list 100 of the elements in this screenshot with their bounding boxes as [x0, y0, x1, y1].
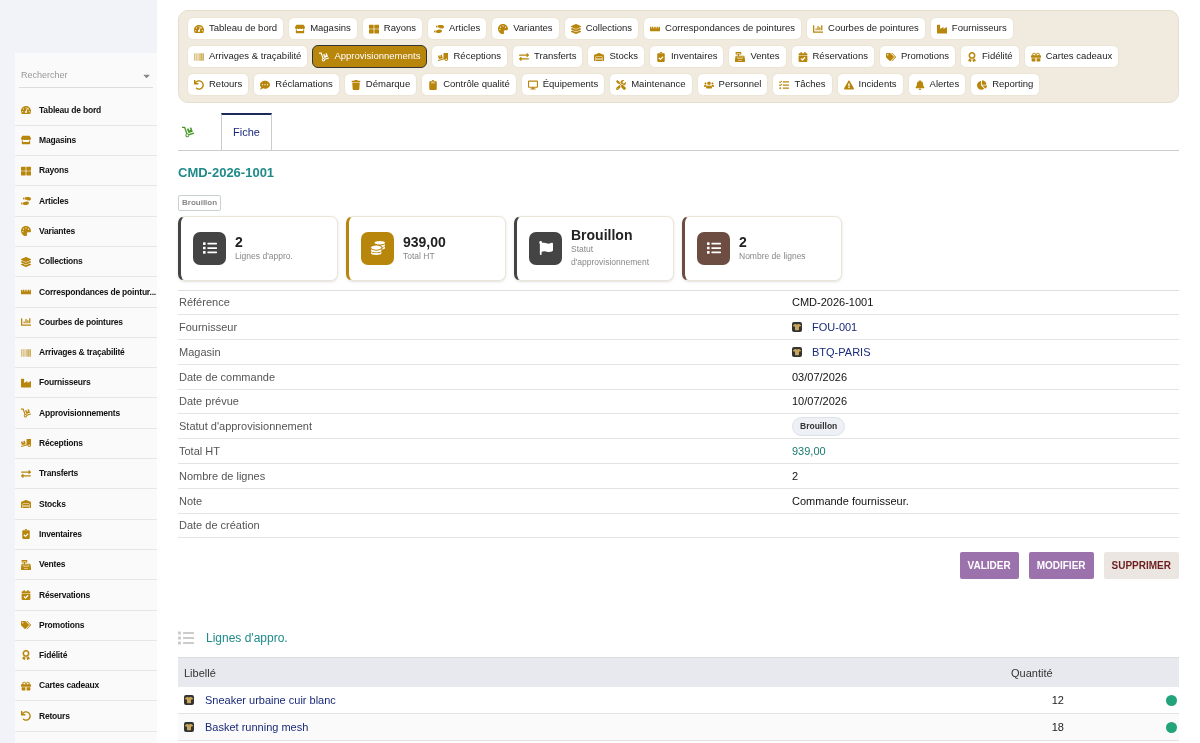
- sidebar-item[interactable]: Stocks: [15, 489, 157, 520]
- arrows-icon: [519, 51, 529, 62]
- action-button[interactable]: MODIFIER: [1028, 552, 1094, 580]
- nav-chip[interactable]: Inventaires: [648, 45, 725, 68]
- nav-chip[interactable]: Réclamations: [253, 73, 340, 96]
- row-link[interactable]: Sneaker urbaine cuir blanc: [205, 692, 984, 709]
- card-value: 939,00: [403, 233, 447, 250]
- sidebar-item[interactable]: Tableau de bord: [15, 95, 157, 126]
- nav-chip[interactable]: Fournisseurs: [929, 17, 1014, 40]
- nav-chip[interactable]: Rayons: [361, 17, 424, 40]
- field-link[interactable]: FOU-001: [812, 318, 858, 336]
- nav-chip[interactable]: Collections: [563, 17, 640, 40]
- card-label: Statut d'approvisionnement: [571, 243, 651, 269]
- coins-icon: [370, 241, 385, 255]
- tools-icon: [616, 79, 627, 90]
- quantity-cell-text: 12: [1050, 693, 1065, 709]
- sidebar-item[interactable]: Transferts: [15, 459, 157, 490]
- field-label: Magasin: [178, 344, 222, 360]
- sidebar-item[interactable]: Correspondances de pointur...: [15, 277, 157, 308]
- sidebar-item[interactable]: Inventaires: [15, 519, 157, 550]
- sidebar-item[interactable]: Retours: [15, 701, 157, 732]
- field-label: Statut d'approvisionnement: [178, 419, 313, 435]
- nav-chip[interactable]: Incidents: [836, 73, 904, 96]
- unloading-icon: [438, 51, 449, 62]
- chart-icon: [813, 23, 823, 34]
- sidebar-item[interactable]: Cartes cadeaux: [15, 671, 157, 702]
- arrows-icon: [21, 468, 31, 479]
- sidebar-item[interactable]: Ventes: [15, 549, 157, 581]
- undo-icon: [21, 711, 31, 722]
- list-icon: [202, 241, 217, 255]
- store-icon: [21, 135, 31, 146]
- nav-chip[interactable]: Magasins: [288, 17, 358, 40]
- monitor-icon: [527, 79, 538, 90]
- search-field[interactable]: Rechercher: [19, 69, 142, 83]
- nav-chip[interactable]: Courbes de pointures: [806, 17, 926, 40]
- nav-chip[interactable]: Correspondances de pointures: [643, 17, 802, 40]
- field-label: Date de commande: [178, 369, 276, 385]
- nav-chip[interactable]: Transferts: [512, 45, 584, 68]
- field-link[interactable]: BTQ-PARIS: [812, 343, 871, 361]
- sidebar-item[interactable]: Variantes: [15, 216, 157, 247]
- dashboard-icon: [194, 23, 204, 34]
- nav-chip[interactable]: Retours: [187, 73, 250, 96]
- warehouse-icon: [594, 51, 605, 62]
- sidebar-item[interactable]: Articles: [15, 186, 157, 217]
- nav-chip[interactable]: Stocks: [587, 45, 645, 68]
- row-link[interactable]: Basket running mesh: [205, 719, 984, 736]
- field-value: 939,00: [792, 443, 826, 459]
- nav-chip[interactable]: Promotions: [878, 45, 956, 68]
- sidebar-item[interactable]: Fidélité: [15, 640, 157, 672]
- nav-chip[interactable]: Reporting: [970, 73, 1041, 96]
- nav-chip[interactable]: Arrivages & traçabilité: [187, 45, 309, 68]
- nav-chip[interactable]: Équipements: [520, 73, 606, 96]
- grid-icon: [21, 165, 31, 176]
- sidebar-item[interactable]: Promotions: [15, 610, 157, 641]
- nav-chip[interactable]: Personnel: [696, 73, 769, 96]
- clipboard-icon: [428, 79, 439, 90]
- sidebar-item[interactable]: Rayons: [15, 156, 157, 187]
- nav-chip[interactable]: Contrôle qualité: [421, 73, 517, 96]
- gift-icon: [1030, 51, 1041, 62]
- nav-chip[interactable]: Variantes: [491, 17, 560, 40]
- layers-icon: [570, 23, 581, 34]
- card-value: 2: [235, 233, 244, 250]
- field-value: 2: [792, 468, 799, 484]
- clipboard-check-icon: [655, 51, 666, 62]
- sidebar-item[interactable]: Fournisseurs: [15, 368, 157, 399]
- card-label: Total HT: [403, 250, 436, 263]
- grid-icon: [368, 23, 379, 34]
- nav-chip[interactable]: Alertes: [907, 73, 967, 96]
- dolly-icon: [182, 126, 194, 138]
- tab[interactable]: Fiche: [221, 113, 272, 150]
- field-value: Commande fournisseur.: [792, 493, 909, 509]
- nav-chip[interactable]: Ventes: [728, 45, 787, 68]
- action-button[interactable]: SUPPRIMER: [1103, 552, 1179, 580]
- field-value: 10/07/2026: [792, 394, 848, 410]
- tags-icon: [21, 620, 31, 631]
- nav-chip[interactable]: Tableau de bord: [187, 17, 285, 40]
- nav-chip[interactable]: Articles: [427, 17, 488, 40]
- sidebar-item[interactable]: Approvisionnements: [15, 398, 157, 429]
- field-value: 03/07/2026: [792, 369, 848, 385]
- nav-chip[interactable]: Maintenance: [609, 73, 693, 96]
- action-button[interactable]: VALIDER: [959, 552, 1019, 580]
- dolly-icon: [319, 51, 330, 62]
- sidebar-item[interactable]: Courbes de pointures: [15, 307, 157, 338]
- list-icon: [178, 630, 194, 647]
- sidebar-item[interactable]: Réceptions: [15, 428, 157, 460]
- sidebar-item[interactable]: Collections: [15, 247, 157, 278]
- sidebar-item[interactable]: Magasins: [15, 125, 157, 157]
- nav-chip[interactable]: Tâches: [772, 73, 833, 96]
- register-icon: [21, 559, 31, 570]
- quantity-cell-text: 18: [1050, 720, 1065, 736]
- nav-chip[interactable]: Réceptions: [431, 45, 508, 68]
- field-label: Date de création: [178, 518, 261, 534]
- sidebar-item[interactable]: Réservations: [15, 580, 157, 611]
- nav-chip[interactable]: Cartes cadeaux: [1023, 45, 1120, 68]
- sidebar-item[interactable]: Arrivages & traçabilité: [15, 337, 157, 369]
- nav-chip[interactable]: Réservations: [790, 45, 875, 68]
- nav-chip[interactable]: Démarque: [343, 73, 418, 96]
- nav-chip[interactable]: Fidélité: [960, 45, 1020, 68]
- section-title: Lignes d'appro.: [206, 630, 288, 648]
- field-label: Fournisseur: [178, 319, 239, 335]
